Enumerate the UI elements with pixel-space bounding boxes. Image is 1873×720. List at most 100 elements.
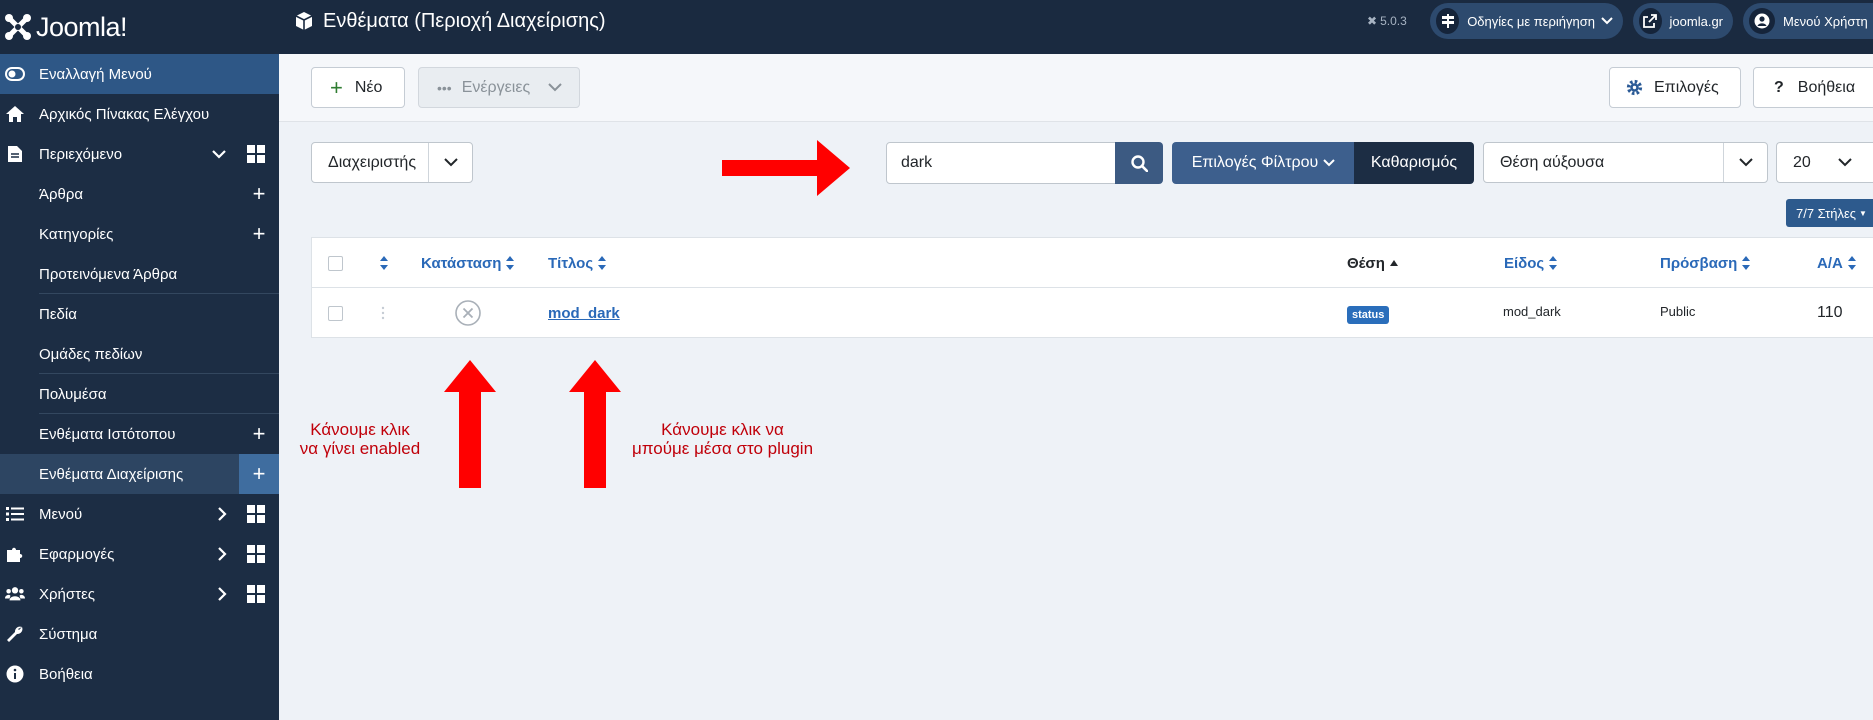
- sidebar-item-site-modules[interactable]: Ενθέματα Ιστότοπου +: [0, 414, 279, 454]
- sidebar-item-dashboard[interactable]: Αρχικός Πίνακας Ελέγχου: [0, 94, 279, 134]
- search-input-value: dark: [901, 154, 933, 171]
- site-link-button[interactable]: joomla.gr: [1633, 3, 1733, 39]
- sidebar-item-label: Προτεινόμενα Άρθρα: [39, 265, 178, 283]
- status-toggle-button[interactable]: [454, 288, 482, 338]
- toggle-icon: [5, 64, 25, 84]
- dashboard-grid-icon[interactable]: [247, 505, 265, 523]
- sidebar-item-label: Ενθέματα Διαχείρισης: [39, 465, 184, 483]
- cube-icon: [295, 12, 313, 30]
- sidebar-item-menus[interactable]: Μενού: [0, 494, 279, 534]
- sort-icon: [506, 256, 515, 270]
- module-title-text: mod_dark: [548, 304, 620, 322]
- brand-name: Joomla!: [36, 11, 128, 42]
- module-access-text: Public: [1660, 303, 1696, 319]
- position-header[interactable]: Θέση: [1347, 238, 1399, 288]
- columns-toggle-button[interactable]: 7/7 Στήλες ▼: [1786, 199, 1873, 227]
- plus-icon[interactable]: +: [239, 174, 279, 214]
- options-button[interactable]: Επιλογές: [1609, 67, 1741, 108]
- access-header-label: Πρόσβαση: [1660, 254, 1738, 272]
- question-icon: ?: [1774, 78, 1784, 96]
- chevron-down-icon: [1823, 143, 1867, 182]
- sidebar-item-admin-modules[interactable]: Ενθέματα Διαχείρισης +: [0, 454, 279, 494]
- guided-tours-label: Οδηγίες με περιήγηση: [1467, 13, 1595, 29]
- row-checkbox[interactable]: [328, 288, 343, 338]
- plus-icon[interactable]: +: [239, 454, 279, 494]
- new-button-label: Νέο: [354, 78, 383, 96]
- sidebar-item-label: Χρήστες: [39, 585, 95, 603]
- sidebar-item-users[interactable]: Χρήστες: [0, 574, 279, 614]
- chevron-right-icon[interactable]: [217, 506, 227, 522]
- module-title-link[interactable]: mod_dark: [548, 288, 620, 338]
- status-header[interactable]: Κατάσταση: [421, 238, 515, 288]
- sidebar-item-fields[interactable]: Πεδία: [0, 294, 279, 334]
- drag-handle-icon[interactable]: [381, 288, 385, 338]
- chevron-down-icon[interactable]: [211, 149, 227, 159]
- sidebar-item-content[interactable]: Περιεχόμενο: [0, 134, 279, 174]
- user-icon: [1749, 8, 1775, 34]
- id-header[interactable]: Α/Α: [1817, 238, 1857, 288]
- sidebar-item-actions: [217, 494, 265, 534]
- ordering-sort-header[interactable]: [379, 238, 389, 288]
- signpost-icon: [1436, 8, 1460, 34]
- chevron-right-icon[interactable]: [217, 586, 227, 602]
- position-header-label: Θέση: [1347, 254, 1385, 272]
- type-header[interactable]: Είδος: [1504, 238, 1558, 288]
- list-icon: [5, 504, 25, 524]
- sidebar-item-articles[interactable]: Άρθρα +: [0, 174, 279, 214]
- table-row: mod_dark status mod_dark Public 110: [312, 288, 1873, 338]
- id-header-label: Α/Α: [1817, 254, 1843, 272]
- caret-down-icon: ▼: [1859, 208, 1867, 218]
- sidebar-item-system[interactable]: Σύστημα: [0, 614, 279, 654]
- sort-icon: [1549, 256, 1558, 270]
- sidebar-item-label: Αρχικός Πίνακας Ελέγχου: [39, 105, 210, 123]
- client-select[interactable]: Διαχειριστής: [311, 142, 473, 183]
- user-menu-button[interactable]: Μενού Χρήστη: [1743, 3, 1873, 39]
- sidebar-item-media[interactable]: Πολυμέσα: [0, 374, 279, 414]
- top-header: Joomla! Ενθέματα (Περιοχή Διαχείρισης) ✖…: [0, 0, 1873, 54]
- dashboard-grid-icon[interactable]: [247, 545, 265, 563]
- select-all-checkbox[interactable]: [328, 238, 343, 288]
- unpublished-icon: [455, 300, 481, 326]
- sidebar-item-components[interactable]: Εφαρμογές: [0, 534, 279, 574]
- filter-options-button[interactable]: Επιλογές Φίλτρου: [1172, 142, 1355, 184]
- title-header[interactable]: Τίτλος: [548, 238, 607, 288]
- version-number: 5.0.3: [1380, 14, 1407, 28]
- sidebar-item-label: Πεδία: [39, 305, 77, 323]
- sidebar-item-label: Βοήθεια: [39, 665, 93, 683]
- sidebar-item-help[interactable]: Βοήθεια: [0, 654, 279, 694]
- access-header[interactable]: Πρόσβαση: [1660, 238, 1751, 288]
- sidebar-item-actions: [217, 574, 265, 614]
- sidebar-item-label: Κατηγορίες: [39, 225, 114, 243]
- sidebar-toggle-menu[interactable]: Εναλλαγή Μενού: [0, 54, 279, 94]
- puzzle-icon: [5, 544, 25, 564]
- guided-tours-button[interactable]: Οδηγίες με περιήγηση: [1430, 3, 1623, 39]
- dashboard-grid-icon[interactable]: [247, 145, 265, 163]
- help-button-label: Βοήθεια: [1797, 78, 1856, 96]
- plus-icon[interactable]: +: [239, 214, 279, 254]
- new-button[interactable]: + Νέο: [311, 67, 405, 108]
- clear-button[interactable]: Καθαρισμός: [1354, 142, 1474, 184]
- limit-select[interactable]: 20: [1776, 142, 1873, 183]
- sort-icon: [598, 256, 607, 270]
- sidebar-item-field-groups[interactable]: Ομάδες πεδίων: [0, 334, 279, 374]
- dashboard-grid-icon[interactable]: [247, 585, 265, 603]
- file-icon: [5, 144, 25, 164]
- help-button[interactable]: ? Βοήθεια: [1753, 67, 1873, 108]
- annotation-note-open: Κάνουμε κλικ να μπούμε μέσα στο plugin: [610, 420, 835, 458]
- sidebar-item-categories[interactable]: Κατηγορίες +: [0, 214, 279, 254]
- actions-button[interactable]: ••• Ενέργειες: [418, 67, 580, 108]
- ellipsis-icon: •••: [437, 79, 452, 96]
- search-button[interactable]: [1115, 142, 1163, 184]
- chevron-right-icon[interactable]: [217, 546, 227, 562]
- ordering-select[interactable]: Θέση αύξουσα: [1483, 142, 1768, 183]
- sidebar-item-label: Πολυμέσα: [39, 385, 107, 403]
- sidebar-item-label: Ομάδες πεδίων: [39, 345, 143, 363]
- joomla-logo[interactable]: Joomla!: [0, 0, 279, 54]
- annotation-line: Κάνουμε κλικ: [310, 420, 410, 439]
- joomla-small-icon: ✖: [1367, 14, 1378, 28]
- sort-icon: [1742, 256, 1751, 270]
- sidebar-item-featured[interactable]: Προτεινόμενα Άρθρα: [0, 254, 279, 294]
- plus-icon[interactable]: +: [239, 414, 279, 454]
- toolbar: + Νέο ••• Ενέργειες Επιλογές ? Βοήθεια: [279, 54, 1873, 122]
- search-input[interactable]: dark: [886, 142, 1116, 184]
